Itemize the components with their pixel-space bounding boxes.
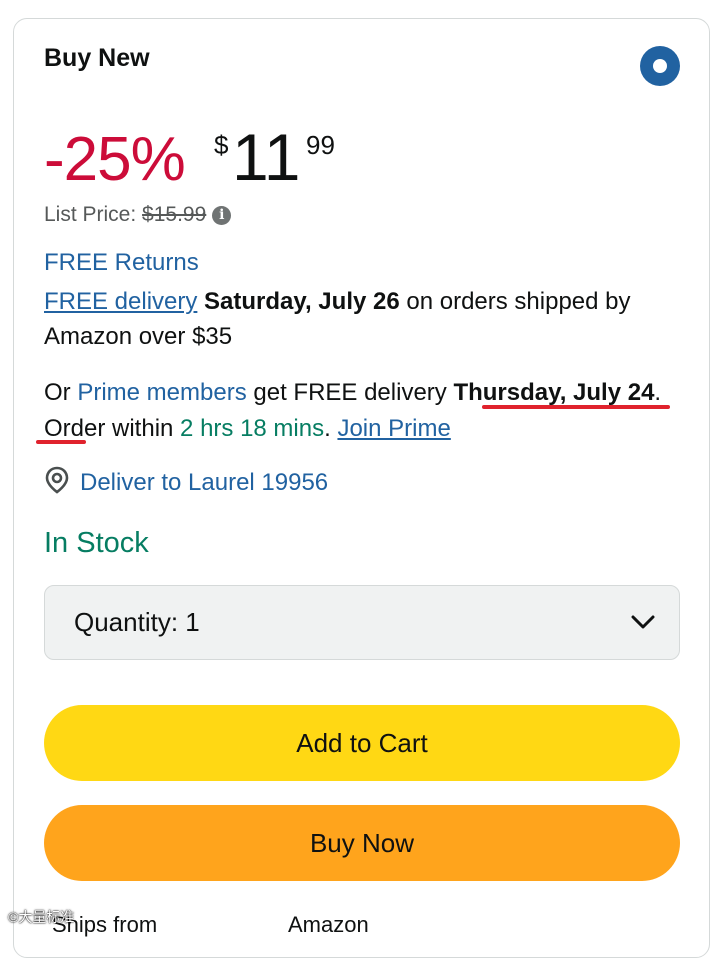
join-prime-link[interactable]: Join Prime <box>337 415 450 442</box>
location-pin-icon <box>44 466 80 496</box>
annotation-underline-1 <box>482 405 670 409</box>
quantity-value: 1 <box>185 607 200 637</box>
countdown-timer: 2 hrs 18 mins <box>180 415 325 442</box>
ships-from-value: Amazon <box>288 912 369 937</box>
prime-delivery-date: Thursday, July 24 <box>453 379 655 406</box>
free-delivery-link[interactable]: FREE delivery <box>44 288 197 315</box>
offer-title: Buy New <box>44 44 150 72</box>
delivery-date: Saturday, July 26 <box>204 288 400 315</box>
list-price: List Price: $15.99 i <box>44 203 232 227</box>
chevron-down-icon <box>631 614 655 635</box>
discount-percent: -25% <box>44 125 186 194</box>
info-icon[interactable]: i <box>212 206 232 225</box>
quantity-dropdown[interactable]: Quantity: 1 <box>44 585 680 660</box>
prime-delivery-message: Or Prime members get FREE delivery Thurs… <box>44 379 662 442</box>
deliver-to-text: Deliver to Laurel 19956 <box>80 469 329 496</box>
deliver-to-link[interactable]: Deliver to Laurel 19956 <box>44 466 328 497</box>
price-currency: $ <box>214 130 229 160</box>
prime-members-link[interactable]: Prime members <box>77 379 246 406</box>
watermark: ©大量标准 <box>8 909 75 925</box>
radio-selected-icon[interactable] <box>640 46 680 86</box>
prime-mid: get FREE delivery <box>253 379 447 406</box>
price-whole: 11 <box>232 120 301 194</box>
buy-now-button[interactable]: Buy Now <box>44 805 680 881</box>
free-returns-link[interactable]: FREE Returns <box>44 249 199 277</box>
annotation-underline-2 <box>36 440 86 444</box>
list-price-value: $15.99 <box>142 203 207 226</box>
quantity-label: Quantity: <box>74 607 179 637</box>
add-to-cart-button[interactable]: Add to Cart <box>44 705 680 781</box>
list-price-label: List Price: <box>44 203 137 226</box>
prime-prefix: Or <box>44 379 71 406</box>
quantity-text: Quantity: 1 <box>74 607 200 638</box>
stock-status: In Stock <box>44 527 149 559</box>
delivery-message: FREE delivery Saturday, July 26 on order… <box>44 284 694 354</box>
price-fraction: 99 <box>306 130 335 160</box>
